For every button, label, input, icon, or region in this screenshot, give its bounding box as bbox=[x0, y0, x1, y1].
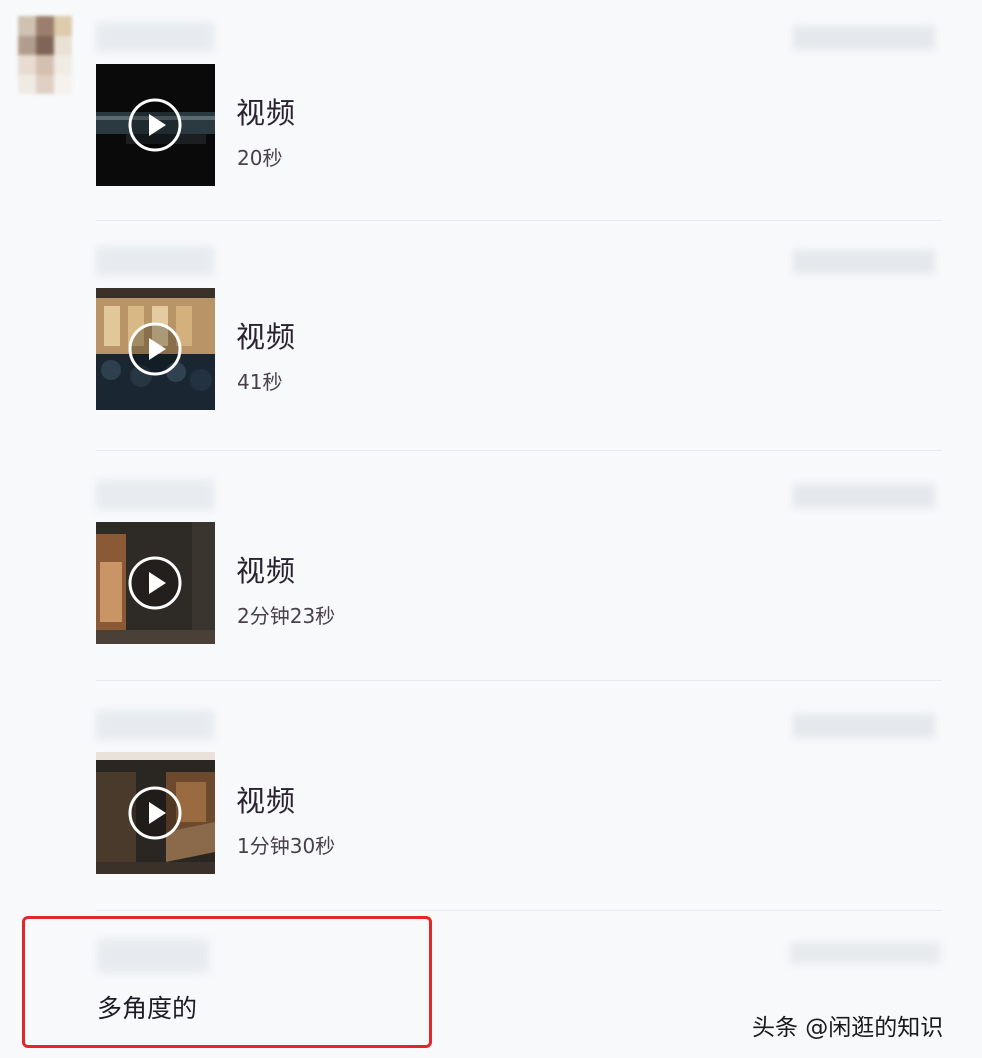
video-label: 视频 bbox=[236, 784, 297, 818]
video-thumbnail[interactable] bbox=[96, 288, 215, 410]
video-message: 视频 2分钟23秒 bbox=[96, 480, 942, 710]
video-message: 视频 41秒 bbox=[96, 246, 942, 476]
video-label: 视频 bbox=[236, 320, 297, 354]
divider bbox=[96, 910, 942, 911]
video-message: 视频 1分钟30秒 bbox=[96, 710, 942, 940]
video-message: 视频 20秒 bbox=[96, 22, 942, 252]
video-duration: 20秒 bbox=[237, 146, 283, 170]
timestamp-blurred bbox=[793, 250, 935, 274]
video-label: 视频 bbox=[236, 554, 297, 588]
watermark: 头条 @闲逛的知识 bbox=[752, 1015, 944, 1041]
video-duration: 41秒 bbox=[237, 370, 283, 394]
play-icon bbox=[128, 556, 182, 610]
video-thumbnail[interactable] bbox=[96, 522, 215, 644]
play-icon bbox=[128, 322, 182, 376]
sender-name-blurred bbox=[96, 22, 214, 52]
timestamp-blurred bbox=[790, 942, 940, 964]
sender-name-blurred bbox=[96, 710, 214, 740]
divider bbox=[96, 450, 942, 451]
video-thumbnail[interactable] bbox=[96, 752, 215, 874]
highlighted-text-message: 多角度的 bbox=[22, 916, 432, 1048]
video-duration: 2分钟23秒 bbox=[237, 604, 336, 628]
timestamp-blurred bbox=[793, 714, 935, 738]
play-icon bbox=[128, 98, 182, 152]
sender-name-blurred bbox=[96, 480, 214, 510]
timestamp-blurred bbox=[793, 26, 935, 50]
divider bbox=[96, 220, 942, 221]
video-duration: 1分钟30秒 bbox=[237, 834, 336, 858]
play-icon bbox=[128, 786, 182, 840]
sender-name-blurred bbox=[96, 246, 214, 276]
timestamp-blurred bbox=[793, 484, 935, 508]
video-thumbnail[interactable] bbox=[96, 64, 215, 186]
video-label: 视频 bbox=[236, 96, 297, 130]
chat-history-page: 视频 20秒 视频 41秒 视频 2分钟23秒 视频 1分钟30秒 多角度的 头… bbox=[0, 0, 982, 1058]
avatar[interactable] bbox=[18, 16, 72, 94]
sender-name-blurred bbox=[97, 939, 209, 973]
message-text[interactable]: 多角度的 bbox=[97, 989, 197, 1025]
divider bbox=[96, 680, 942, 681]
